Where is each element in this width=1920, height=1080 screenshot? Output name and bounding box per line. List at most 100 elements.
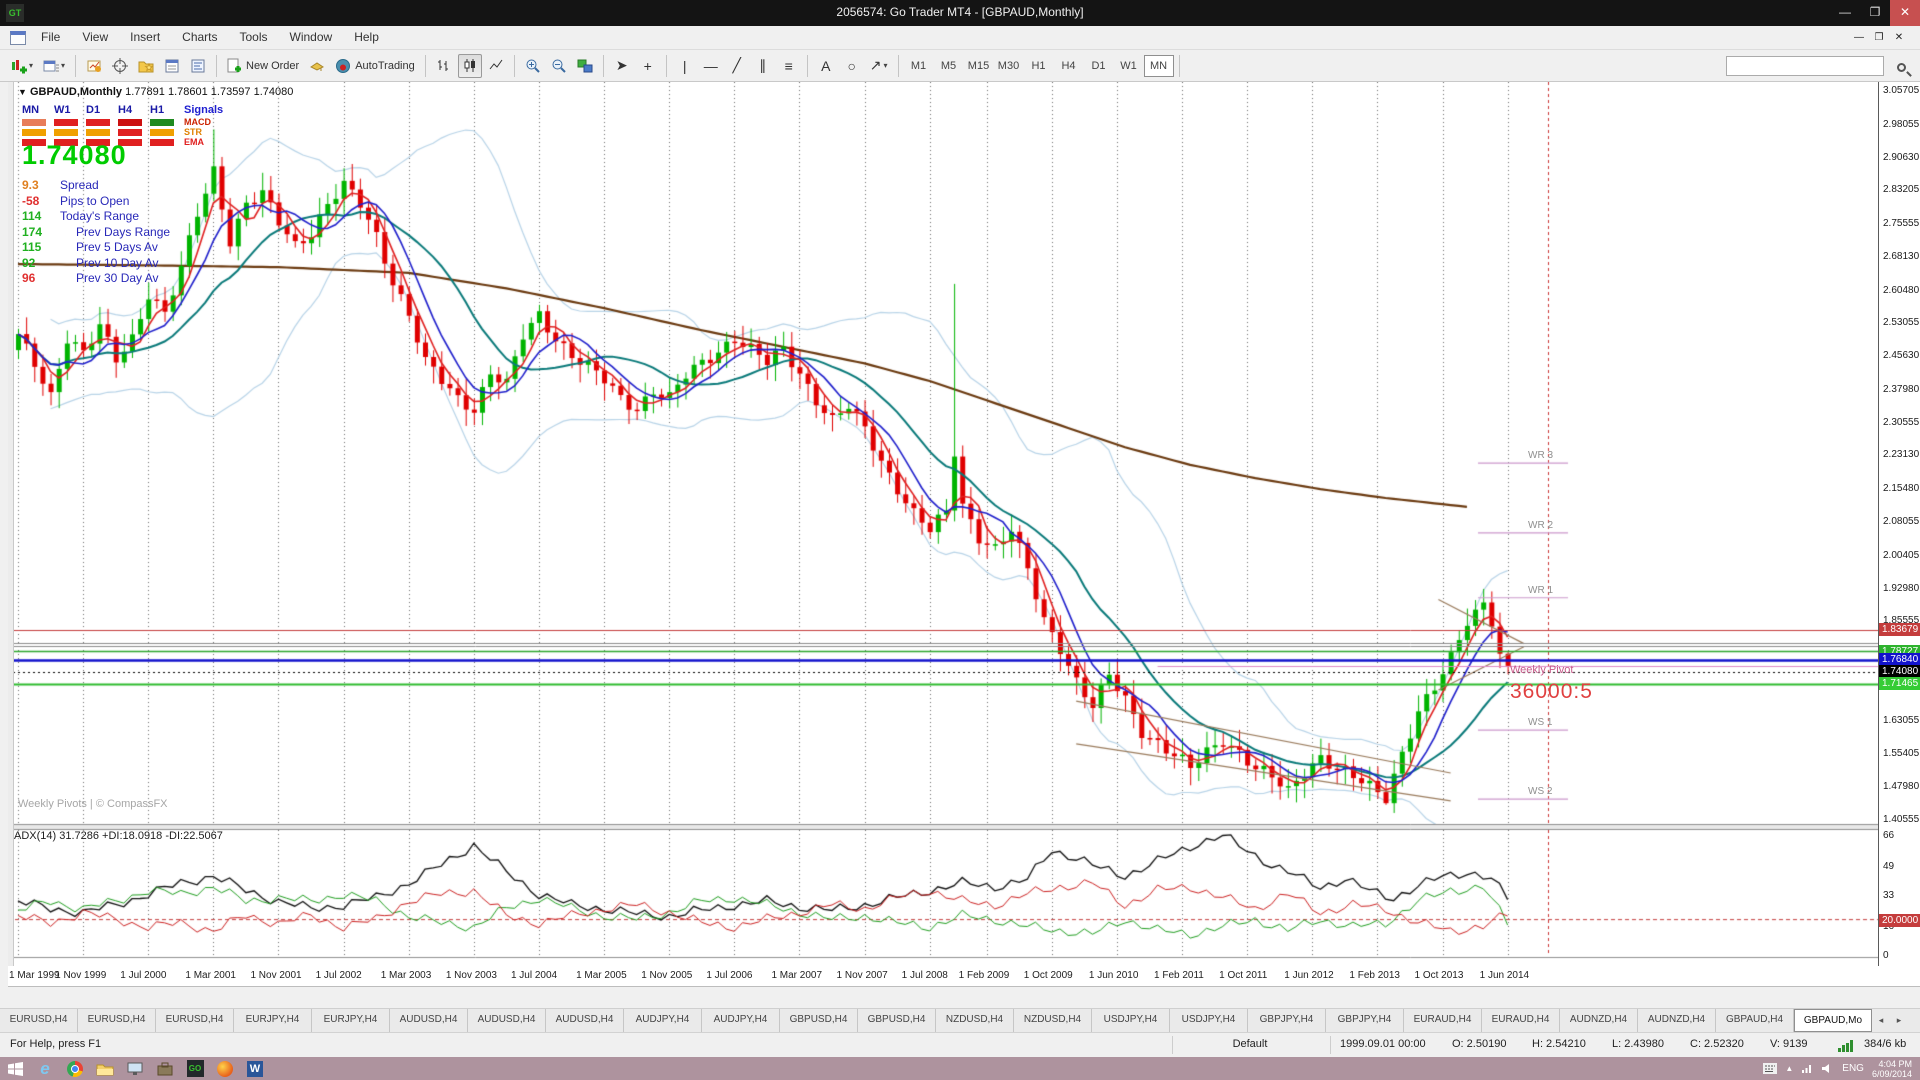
chart-tab[interactable]: GBPJPY,H4 [1326,1009,1404,1032]
cursor-tool-button[interactable]: ➤ [610,54,634,78]
chart-tab[interactable]: NZDUSD,H4 [1014,1009,1092,1032]
horizontal-line-tool-button[interactable]: — [699,54,723,78]
navigator-button[interactable] [186,54,210,78]
collapse-arrow-icon[interactable]: ▼ [18,87,27,97]
expert-advisors-button[interactable] [305,54,329,78]
trendline-tool-button[interactable]: ╱ [725,54,749,78]
timeframe-d1[interactable]: D1 [1084,55,1114,77]
chart-tab[interactable]: EURUSD,H4 [156,1009,234,1032]
new-chart-button[interactable]: ▾ [7,54,37,78]
chart-tab[interactable]: EURAUD,H4 [1404,1009,1482,1032]
chart-tab-active[interactable]: GBPAUD,Mo [1794,1009,1872,1032]
touch-keyboard-icon[interactable] [1763,1063,1777,1074]
tab-scroll-right[interactable]: ▸ [1890,1009,1908,1032]
shapes-tool-button[interactable]: ○ [840,54,864,78]
chart-tab[interactable]: GBPAUD,H4 [1716,1009,1794,1032]
chart-tab[interactable]: AUDUSD,H4 [468,1009,546,1032]
chart-tab[interactable]: AUDJPY,H4 [624,1009,702,1032]
chart-tab[interactable]: USDJPY,H4 [1092,1009,1170,1032]
price-chart-canvas[interactable] [8,82,1878,966]
language-indicator[interactable]: ENG [1842,1063,1864,1074]
taskbar-monitor-app[interactable] [120,1058,150,1079]
folder-icon [96,1062,114,1076]
chart-tab[interactable]: NZDUSD,H4 [936,1009,1014,1032]
window-title: 2056574: Go Trader MT4 - [GBPAUD,Monthly… [0,5,1920,19]
timeframe-w1[interactable]: W1 [1114,55,1144,77]
child-restore-button[interactable]: ❐ [1870,31,1888,46]
chart-tab[interactable]: AUDUSD,H4 [390,1009,468,1032]
menu-help[interactable]: Help [343,26,390,48]
taskbar-clock[interactable]: 4:04 PM 6/09/2014 [1872,1059,1916,1079]
vertical-line-icon: | [683,58,687,74]
tray-expand-icon[interactable]: ▲ [1785,1064,1793,1073]
restore-button[interactable]: ❐ [1860,0,1890,26]
search-input[interactable] [1726,56,1884,76]
chart-tab[interactable]: AUDUSD,H4 [546,1009,624,1032]
menu-window[interactable]: Window [279,26,344,48]
volume-icon[interactable] [1821,1063,1834,1074]
zoom-out-button[interactable] [547,54,571,78]
taskbar-firefox[interactable] [210,1058,240,1079]
new-order-button[interactable]: New Order [223,54,303,78]
market-watch-button[interactable] [82,54,106,78]
line-chart-type-button[interactable] [484,54,508,78]
menu-insert[interactable]: Insert [119,26,171,48]
chart-tab[interactable]: GBPJPY,H4 [1248,1009,1326,1032]
chart-tab[interactable]: GBPUSD,H4 [858,1009,936,1032]
timeframe-h4[interactable]: H4 [1054,55,1084,77]
taskbar-word[interactable]: W [240,1058,270,1079]
chart-tab[interactable]: EURJPY,H4 [312,1009,390,1032]
chart-tab[interactable]: AUDNZD,H4 [1560,1009,1638,1032]
candlestick-icon [463,58,477,73]
autotrading-button[interactable]: AutoTrading [331,54,419,78]
menu-tools[interactable]: Tools [229,26,279,48]
timeframe-mn[interactable]: MN [1144,55,1174,77]
text-tool-button[interactable]: A [814,54,838,78]
chart-tab[interactable]: AUDNZD,H4 [1638,1009,1716,1032]
date-tick-label: 1 Mar 1999 [9,970,60,981]
close-button[interactable]: ✕ [1890,0,1920,26]
chart-tab[interactable]: EURUSD,H4 [0,1009,78,1032]
menu-view[interactable]: View [71,26,119,48]
timeframe-m5[interactable]: M5 [934,55,964,77]
profile-indicator[interactable]: Default [1180,1038,1320,1050]
data-window-button[interactable] [160,54,184,78]
chart-tab[interactable]: USDJPY,H4 [1170,1009,1248,1032]
candlestick-type-button[interactable] [458,54,482,78]
start-button[interactable] [0,1058,30,1079]
network-icon[interactable] [1801,1063,1813,1074]
timeframe-m15[interactable]: M15 [964,55,994,77]
price-axis[interactable]: 3.057052.980552.906302.832052.755552.681… [1878,82,1920,966]
child-minimize-button[interactable]: — [1850,31,1868,46]
bar-chart-type-button[interactable] [432,54,456,78]
timeframe-h1[interactable]: H1 [1024,55,1054,77]
chart-tab[interactable]: GBPUSD,H4 [780,1009,858,1032]
vertical-line-tool-button[interactable]: | [673,54,697,78]
search-icon[interactable] [1897,59,1906,77]
crosshair-target-button[interactable] [108,54,132,78]
channel-tool-button[interactable]: ∥ [751,54,775,78]
timeframe-m30[interactable]: M30 [994,55,1024,77]
tile-windows-button[interactable] [573,54,597,78]
chart-tab[interactable]: EURJPY,H4 [234,1009,312,1032]
fibonacci-tool-button[interactable]: ≡ [777,54,801,78]
child-close-button[interactable]: ✕ [1890,31,1908,46]
minimize-button[interactable]: — [1830,0,1860,26]
arrows-tool-button[interactable]: ↗▾ [866,54,892,78]
menu-charts[interactable]: Charts [171,26,228,48]
taskbar-file-explorer[interactable] [90,1058,120,1079]
crosshair-tool-button[interactable]: + [636,54,660,78]
taskbar-briefcase-app[interactable] [150,1058,180,1079]
taskbar-chrome[interactable] [60,1058,90,1079]
taskbar-go-trader[interactable]: GO [180,1058,210,1079]
taskbar-internet-explorer[interactable]: e [30,1058,60,1079]
timeframe-m1[interactable]: M1 [904,55,934,77]
tab-scroll-left[interactable]: ◂ [1872,1009,1890,1032]
chart-tab[interactable]: EURUSD,H4 [78,1009,156,1032]
zoom-in-button[interactable] [521,54,545,78]
menu-file[interactable]: File [30,26,71,48]
chart-tab[interactable]: EURAUD,H4 [1482,1009,1560,1032]
profiles-folder-button[interactable] [134,54,158,78]
chart-tab[interactable]: AUDJPY,H4 [702,1009,780,1032]
profiles-button[interactable]: ▾ [39,54,69,78]
